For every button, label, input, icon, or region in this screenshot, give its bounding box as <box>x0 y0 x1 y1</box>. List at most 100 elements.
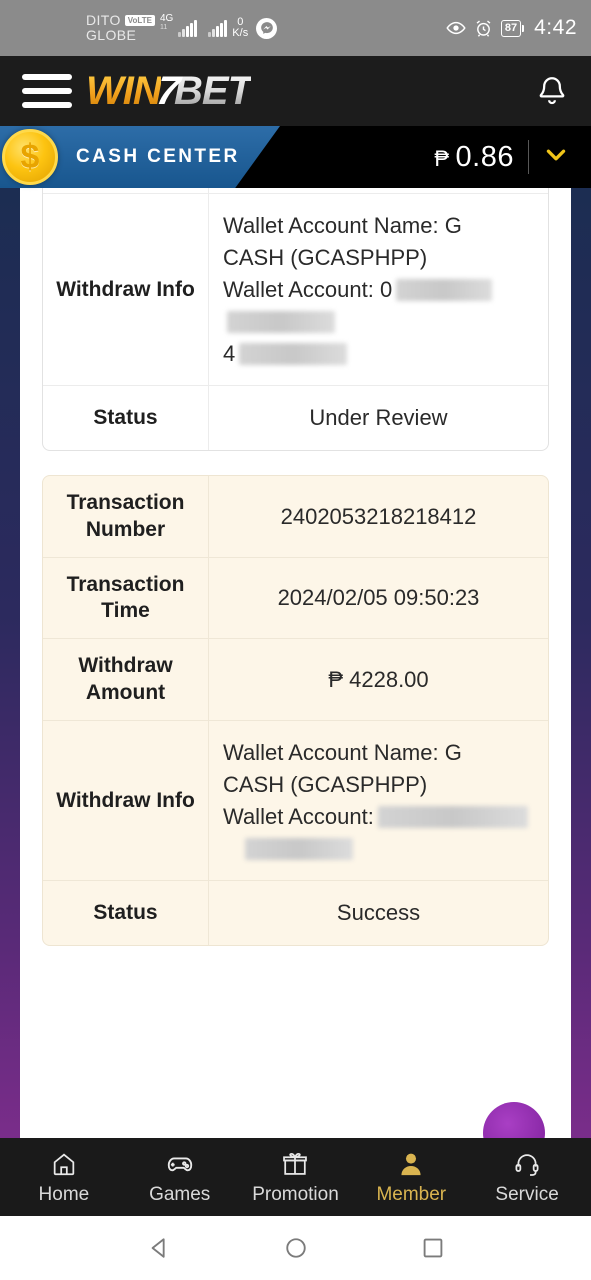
eye-icon <box>446 18 466 38</box>
nav-label: Promotion <box>252 1183 339 1205</box>
wallet-account-visible-digit: 0 <box>379 276 393 302</box>
nav-item-promotion[interactable]: Promotion <box>238 1149 354 1206</box>
row-value <box>209 188 548 193</box>
redacted-block <box>227 310 335 333</box>
table-row <box>43 188 548 193</box>
redacted-block <box>239 342 348 365</box>
wallet-account-line: Wallet Account: <box>223 801 528 833</box>
signal-bars-icon-2 <box>208 19 228 37</box>
person-icon <box>396 1149 426 1179</box>
wallet-name-line-1: Wallet Account Name: G <box>223 213 462 238</box>
notification-bell-icon[interactable] <box>535 74 569 108</box>
wallet-account-line-2: 4 <box>223 338 534 370</box>
nav-label: Service <box>495 1183 559 1205</box>
row-value: Wallet Account Name: G CASH (GCASPHPP) W… <box>209 721 548 881</box>
back-triangle-icon[interactable] <box>145 1234 173 1262</box>
row-value: Wallet Account Name: G CASH (GCASPHPP) W… <box>209 194 548 385</box>
gamepad-icon <box>165 1149 195 1179</box>
alarm-clock-icon <box>474 19 493 38</box>
network-type-label: 4G 11 <box>159 13 174 32</box>
status-badge: Success <box>336 900 421 926</box>
transaction-cards: Withdraw Info Wallet Account Name: G CAS… <box>20 188 571 986</box>
wallet-name-line-2: CASH (GCASPHPP) <box>223 771 428 797</box>
row-value: 2402053218218412 <box>280 503 477 529</box>
android-navigation-bar <box>0 1216 591 1280</box>
gift-icon <box>280 1149 310 1179</box>
row-label <box>43 188 209 193</box>
wallet-account-label: Wallet Account: <box>223 803 374 829</box>
redacted-block <box>396 278 493 301</box>
row-label: Status <box>43 881 209 946</box>
support-fab-button[interactable] <box>483 1102 545 1138</box>
transaction-card: Transaction Number 2402053218218412 Tran… <box>42 475 549 947</box>
chevron-down-icon[interactable] <box>543 142 569 172</box>
row-value: 2024/02/05 09:50:23 <box>277 585 480 611</box>
row-label: Withdraw Info <box>43 720 209 881</box>
status-bar-left: DITO VoLTE GLOBE 4G 11 0 K/s <box>86 13 278 42</box>
status-bar-clock: 4:42 <box>534 16 577 39</box>
table-row: Transaction Number 2402053218218412 <box>43 476 548 557</box>
volte-badge: VoLTE <box>124 14 155 27</box>
nav-item-games[interactable]: Games <box>122 1149 238 1206</box>
balance-display: ₱ 0.86 <box>434 141 514 174</box>
home-circle-icon[interactable] <box>282 1234 310 1262</box>
transaction-card: Withdraw Info Wallet Account Name: G CAS… <box>42 188 549 452</box>
row-value: ₱ 4228.00 <box>328 666 429 692</box>
dollar-coin-icon: $ <box>2 129 58 185</box>
row-label: Transaction Time <box>43 557 209 639</box>
wallet-account-label: Wallet Account: <box>223 276 374 302</box>
divider <box>528 140 529 174</box>
data-rate-unit: K/s <box>232 27 249 39</box>
home-icon <box>49 1149 79 1179</box>
messenger-icon <box>256 17 278 39</box>
row-label: Withdraw Amount <box>43 639 209 720</box>
nav-item-service[interactable]: Service <box>469 1149 585 1206</box>
status-bar: DITO VoLTE GLOBE 4G 11 0 K/s 87 4:42 <box>0 0 591 56</box>
status-bar-right: 87 4:42 <box>446 16 577 40</box>
wallet-account-line-2 <box>223 833 528 865</box>
nav-label: Home <box>38 1183 90 1205</box>
recents-square-icon[interactable] <box>419 1234 447 1262</box>
data-rate-indicator: 0 K/s <box>232 17 248 39</box>
row-label: Withdraw Info <box>43 194 209 386</box>
status-badge: Under Review <box>309 405 448 431</box>
phone-screen: DITO VoLTE GLOBE 4G 11 0 K/s 87 4:42 WIN… <box>0 0 591 1280</box>
logo-win-text: WIN <box>86 68 162 113</box>
table-row: Transaction Time 2024/02/05 09:50:23 <box>43 556 548 639</box>
app-header: WIN 7 BET <box>0 56 591 126</box>
row-label: Status <box>43 386 209 451</box>
logo-bet-text: BET <box>174 68 252 113</box>
redacted-block <box>245 837 353 860</box>
row-label: Transaction Number <box>43 476 209 557</box>
bottom-navigation: Home Games Promotion Member Service <box>0 1138 591 1216</box>
table-row: Withdraw Info Wallet Account Name: G CAS… <box>43 193 548 386</box>
battery-indicator: 87 <box>500 19 525 37</box>
signal-bars-icon-1 <box>178 19 198 37</box>
hamburger-menu-icon[interactable] <box>22 74 72 108</box>
nav-label: Games <box>149 1183 211 1205</box>
cash-center-bar[interactable]: $ CASH CENTER ₱ 0.86 <box>0 126 591 188</box>
nav-item-member[interactable]: Member <box>353 1149 469 1206</box>
currency-symbol: ₱ <box>434 145 450 171</box>
balance-amount: 0.86 <box>455 140 514 173</box>
headset-icon <box>512 1149 542 1179</box>
cash-center-title: CASH CENTER <box>76 146 240 167</box>
nav-item-home[interactable]: Home <box>6 1149 122 1206</box>
wallet-account-line: Wallet Account: 0 <box>223 274 534 338</box>
table-row: Withdraw Amount ₱ 4228.00 <box>43 638 548 720</box>
nav-label: Member <box>376 1183 447 1205</box>
carrier-secondary-label: GLOBE <box>86 27 137 43</box>
table-row: Status Success <box>43 880 548 946</box>
redacted-block <box>377 805 528 828</box>
table-row: Withdraw Info Wallet Account Name: G CAS… <box>43 719 548 881</box>
winbet-logo[interactable]: WIN 7 BET <box>86 68 252 114</box>
table-row: Status Under Review <box>43 385 548 451</box>
carrier-info: DITO VoLTE GLOBE <box>86 13 155 42</box>
wallet-name-line-1: Wallet Account Name: G <box>223 739 462 765</box>
carrier-primary-label: DITO <box>86 12 121 29</box>
balance-area[interactable]: ₱ 0.86 <box>434 140 591 174</box>
transaction-list-panel[interactable]: Withdraw Info Wallet Account Name: G CAS… <box>20 188 571 1138</box>
page-background: Withdraw Info Wallet Account Name: G CAS… <box>0 188 591 1138</box>
wallet-name-line-2: CASH (GCASPHPP) <box>223 244 428 270</box>
bottom-spacer <box>42 946 549 986</box>
